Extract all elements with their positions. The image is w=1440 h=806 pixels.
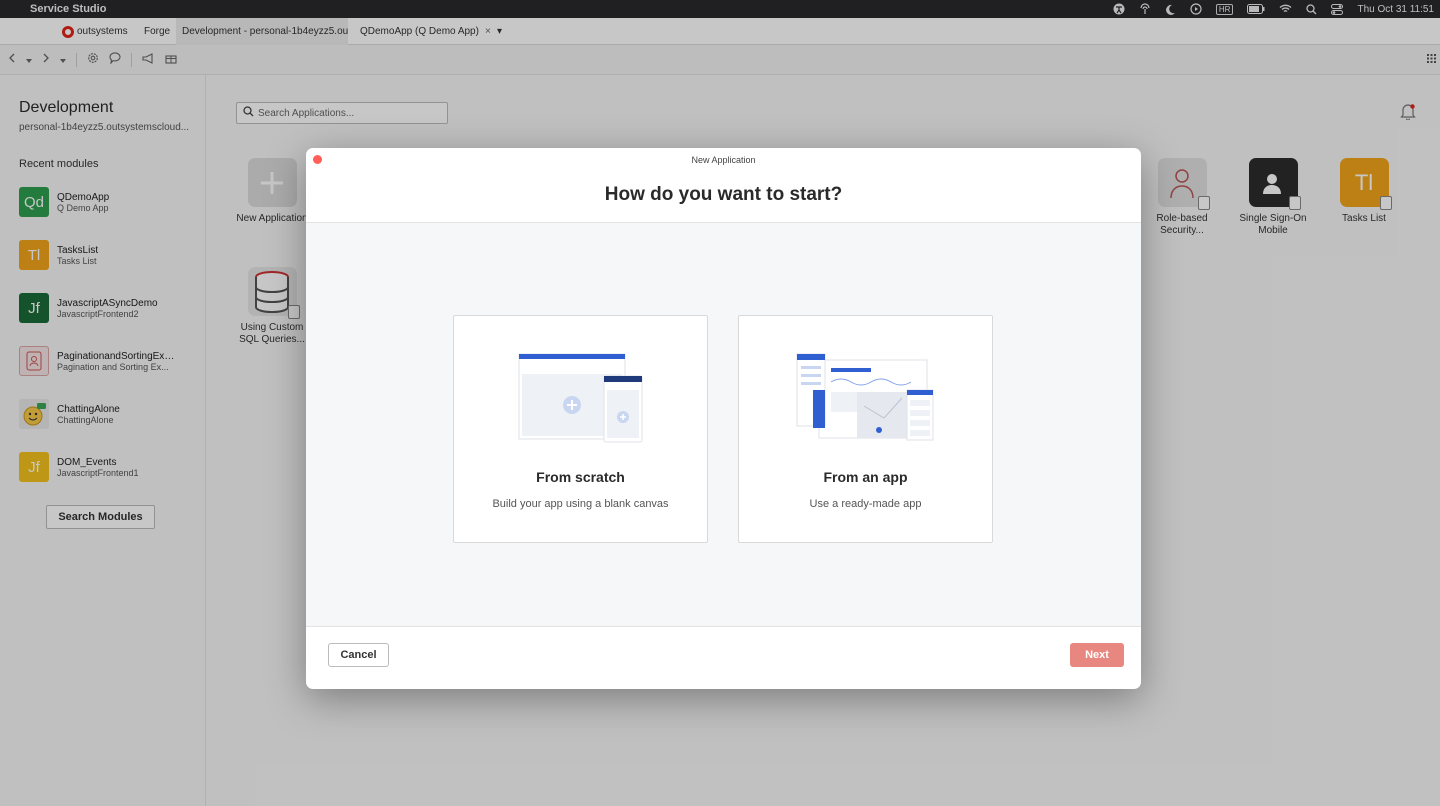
next-button[interactable]: Next: [1070, 643, 1124, 667]
option-from-an-app[interactable]: From an app Use a ready-made app: [738, 315, 993, 543]
new-application-dialog: New Application How do you want to start…: [306, 148, 1141, 689]
option-title: From an app: [823, 469, 908, 485]
option-description: Use a ready-made app: [809, 498, 922, 510]
option-from-scratch[interactable]: From scratch Build your app using a blan…: [453, 315, 708, 543]
cancel-button[interactable]: Cancel: [328, 643, 389, 667]
ready-made-app-illustration: [739, 346, 992, 446]
option-description: Build your app using a blank canvas: [492, 498, 669, 510]
dialog-heading: How do you want to start?: [604, 184, 843, 205]
option-title: From scratch: [536, 469, 625, 485]
dialog-body: From scratch Build your app using a blan…: [306, 222, 1141, 627]
blank-canvas-illustration: [454, 346, 707, 446]
dialog-window-title: New Application: [691, 155, 756, 165]
